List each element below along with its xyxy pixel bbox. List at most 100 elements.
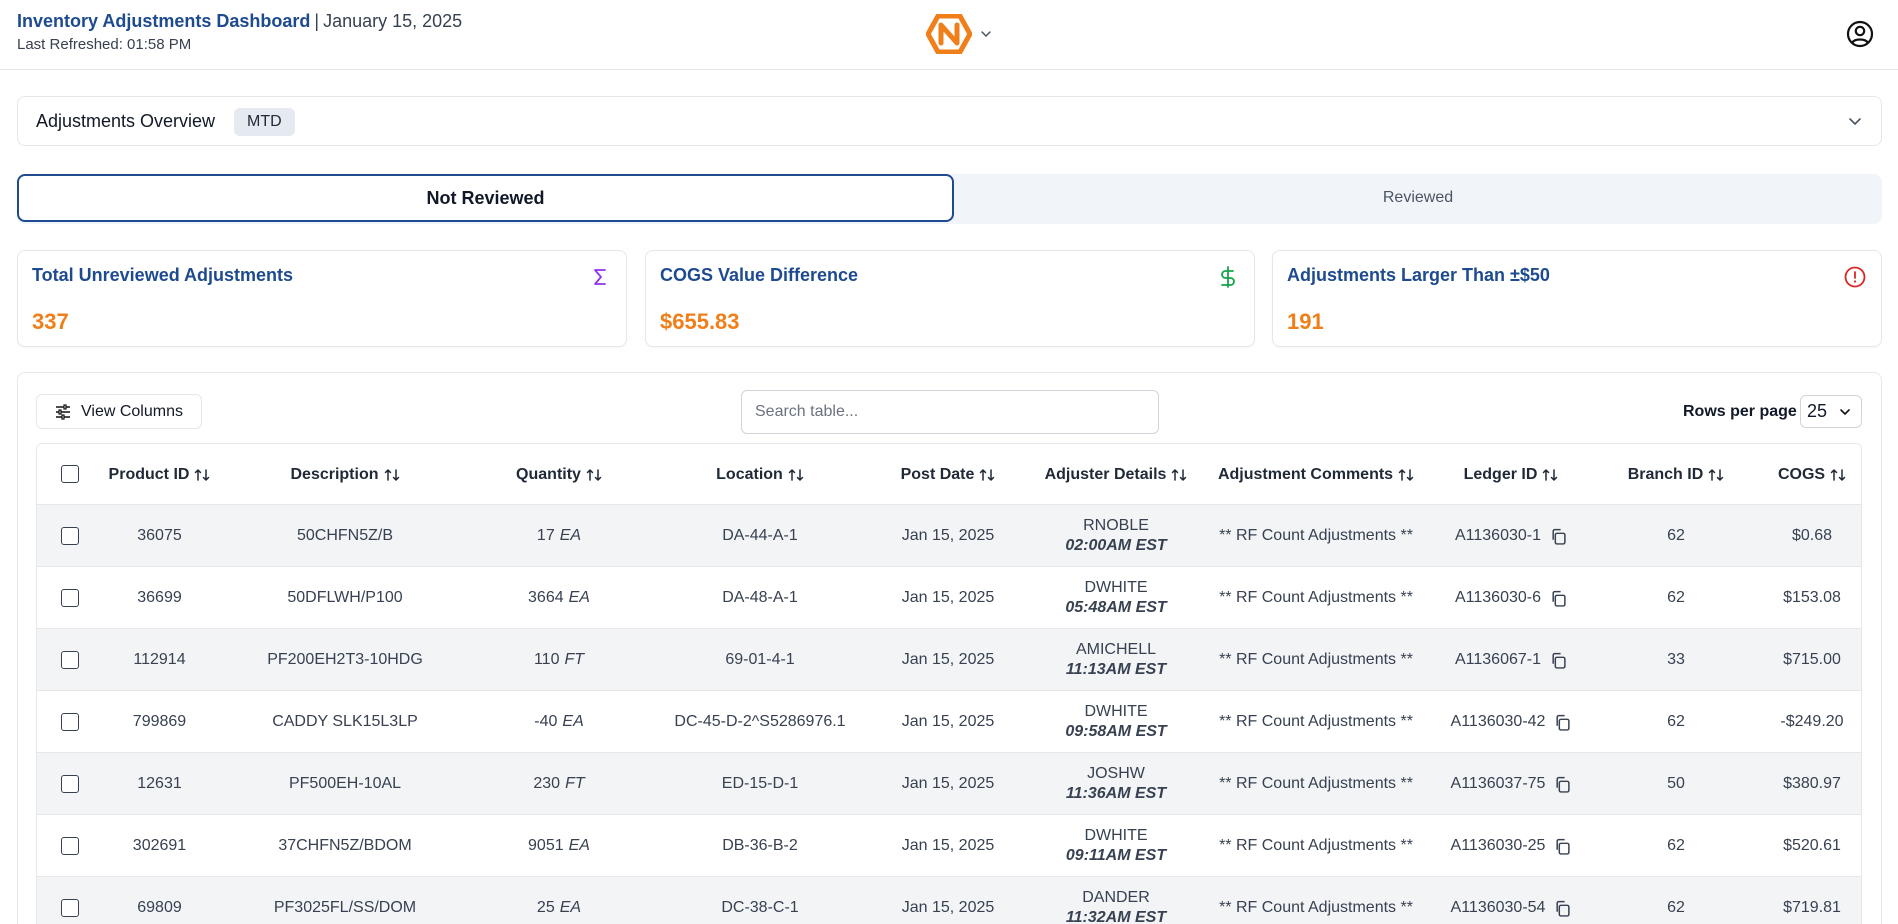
cell-adjustment-comments: ** RF Count Adjustments ** (1219, 527, 1413, 544)
table-row[interactable]: 12631 PF500EH-10AL 230 FT ED-15-D-1 Jan 1… (37, 753, 1861, 815)
row-checkbox[interactable] (61, 899, 79, 917)
column-header-location[interactable]: Location (655, 444, 865, 505)
quantity-value: 110 (533, 651, 560, 668)
copy-icon[interactable] (1550, 652, 1567, 669)
cell-ledger-id: A1136030-42 (1431, 691, 1591, 753)
review-status-tabs: Not Reviewed Reviewed (17, 174, 1882, 224)
table-row[interactable]: 36075 50CHFN5Z/B 17 EA DA-44-A-1 Jan 15, … (37, 505, 1861, 567)
cell-product-id: 36699 (137, 589, 182, 606)
cell-location: DB-36-B-2 (722, 837, 798, 854)
column-header-adjuster-details[interactable]: Adjuster Details (1031, 444, 1201, 505)
ledger-id-value: A1136030-6 (1455, 589, 1541, 606)
copy-icon[interactable] (1554, 900, 1571, 917)
row-checkbox[interactable] (61, 775, 79, 793)
cell-post-date: Jan 15, 2025 (901, 775, 995, 792)
table-row[interactable]: 799869 CADDY SLK15L3LP -40 EA DC-45-D-2^S… (37, 691, 1861, 753)
overview-title: Adjustments Overview (36, 111, 216, 131)
table-row[interactable]: 69809 PF3025FL/SS/DOM 25 EA DC-38-C-1 Jan… (37, 877, 1861, 924)
rows-per-page-select[interactable]: 25 (1800, 395, 1862, 428)
sort-icon (1830, 468, 1846, 481)
column-header-adjustment-comments[interactable]: Adjustment Comments (1201, 444, 1431, 505)
copy-icon[interactable] (1554, 714, 1571, 731)
cell-adjuster-details: DWHITE 05:48AM EST (1031, 567, 1201, 629)
cell-product-id: 69809 (137, 899, 182, 916)
copy-icon[interactable] (1554, 776, 1571, 793)
brand-switcher[interactable] (926, 14, 992, 54)
cell-cogs: $719.81 (1783, 899, 1841, 916)
cell-post-date: Jan 15, 2025 (901, 899, 995, 916)
row-checkbox[interactable] (61, 589, 79, 607)
quantity-value: -40 (534, 713, 558, 730)
cell-quantity: 9051 EA (463, 815, 655, 877)
ledger-id-value: A1136030-54 (1450, 899, 1546, 916)
quantity-unit: FT (564, 651, 585, 668)
table-row[interactable]: 36699 50DFLWH/P100 3664 EA DA-48-A-1 Jan … (37, 567, 1861, 629)
kpi-card-cogs-difference: COGS Value Difference $655.83 (645, 250, 1255, 347)
cell-adjustment-comments: ** RF Count Adjustments ** (1219, 713, 1413, 730)
cell-ledger-id: A1136030-54 (1431, 877, 1591, 924)
column-label: COGS (1777, 465, 1826, 483)
cell-ledger-id: A1136037-75 (1431, 753, 1591, 815)
copy-icon[interactable] (1550, 590, 1567, 607)
kpi-value: $655.83 (660, 309, 740, 334)
column-label: Ledger ID (1463, 465, 1538, 483)
kpi-title: COGS Value Difference (660, 265, 859, 285)
cell-quantity: 230 FT (463, 753, 655, 815)
column-header-description[interactable]: Description (227, 444, 463, 505)
cell-adjuster-details: DWHITE 09:58AM EST (1031, 691, 1201, 753)
cell-product-id: 112914 (133, 651, 186, 668)
column-header-post-date[interactable]: Post Date (865, 444, 1031, 505)
cell-ledger-id: A1136030-6 (1431, 567, 1591, 629)
table-row[interactable]: 302691 37CHFN5Z/BDOM 9051 EA DB-36-B-2 Ja… (37, 815, 1861, 877)
cell-location: DA-44-A-1 (722, 527, 798, 544)
column-label: Location (716, 465, 783, 483)
cell-adjustment-comments: ** RF Count Adjustments ** (1219, 837, 1413, 854)
cell-description: 50CHFN5Z/B (296, 527, 394, 544)
copy-icon[interactable] (1554, 838, 1571, 855)
sort-icon (195, 468, 210, 481)
row-checkbox[interactable] (61, 837, 79, 855)
sort-icon (788, 468, 804, 481)
cell-post-date: Jan 15, 2025 (901, 527, 995, 544)
table-search-input[interactable] (741, 390, 1159, 434)
adjuster-name: DWHITE (1084, 579, 1148, 596)
cell-cogs: $715.00 (1783, 651, 1841, 668)
quantity-unit: EA (559, 899, 582, 916)
column-header-branch-id[interactable]: Branch ID (1591, 444, 1761, 505)
quantity-unit: EA (559, 527, 582, 544)
column-label: Description (290, 465, 379, 483)
tab-not-reviewed[interactable]: Not Reviewed (17, 174, 954, 222)
cell-product-id: 12631 (137, 775, 182, 792)
adjuster-name: JOSHW (1087, 765, 1145, 782)
ledger-id-value: A1136067-1 (1455, 651, 1541, 668)
row-checkbox[interactable] (61, 651, 79, 669)
cell-description: 50DFLWH/P100 (287, 589, 403, 606)
chevron-down-icon (1840, 408, 1850, 415)
adjuster-time: 02:00AM EST (1065, 537, 1167, 554)
adjuster-time: 11:36AM EST (1065, 785, 1167, 802)
row-checkbox[interactable] (61, 713, 79, 731)
user-circle-icon[interactable] (1845, 19, 1875, 49)
adjustments-overview-accordion[interactable]: Adjustments Overview MTD (17, 96, 1882, 146)
header-title-block: Inventory Adjustments Dashboard | January … (17, 10, 462, 53)
cell-adjuster-details: RNOBLE 02:00AM EST (1031, 505, 1201, 567)
cell-branch-id: 33 (1667, 651, 1685, 668)
cell-branch-id: 62 (1667, 899, 1685, 916)
row-checkbox[interactable] (61, 527, 79, 545)
adjuster-time: 11:13AM EST (1065, 661, 1167, 678)
ledger-id-value: A1136030-1 (1455, 527, 1541, 544)
copy-icon[interactable] (1550, 528, 1567, 545)
table-row[interactable]: 112914 PF200EH2T3-10HDG 110 FT 69-01-4-1 … (37, 629, 1861, 691)
column-header-cogs[interactable]: COGS (1761, 444, 1861, 505)
cell-ledger-id: A1136030-25 (1431, 815, 1591, 877)
column-header-ledger-id[interactable]: Ledger ID (1431, 444, 1591, 505)
select-all-checkbox[interactable] (61, 465, 79, 483)
cell-post-date: Jan 15, 2025 (901, 651, 995, 668)
cell-quantity: 110 FT (463, 629, 655, 691)
cell-adjustment-comments: ** RF Count Adjustments ** (1219, 589, 1413, 606)
tab-reviewed[interactable]: Reviewed (954, 174, 1882, 222)
column-header-quantity[interactable]: Quantity (463, 444, 655, 505)
view-columns-button[interactable]: View Columns (36, 394, 202, 429)
cell-cogs: $0.68 (1791, 527, 1833, 544)
column-header-product-id[interactable]: Product ID (92, 444, 227, 505)
